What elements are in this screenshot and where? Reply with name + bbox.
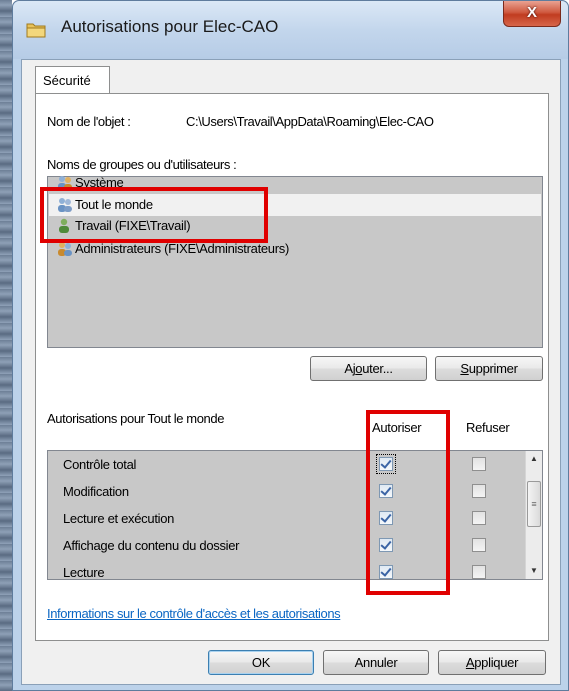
highlight-box-allow-column (366, 410, 450, 595)
permissions-list: Contrôle total Modification Lecture et e… (47, 450, 543, 580)
background-window-edge (0, 0, 12, 691)
deny-checkbox[interactable] (472, 484, 486, 498)
object-path: C:\Users\Travail\AppData\Roaming\Elec-CA… (186, 114, 434, 129)
folder-icon (26, 23, 46, 38)
scroll-down-icon[interactable]: ▼ (526, 563, 542, 579)
scroll-thumb[interactable]: ≡ (527, 481, 541, 527)
permission-name: Affichage du contenu du dossier (63, 538, 240, 553)
groups-label: Noms de groupes ou d'utilisateurs : (47, 157, 237, 172)
dialog-client-area: Sécurité Nom de l'objet : C:\Users\Trava… (21, 59, 561, 685)
add-button[interactable]: Ajouter... (310, 356, 427, 381)
deny-checkbox[interactable] (472, 511, 486, 525)
permission-name: Lecture (63, 565, 105, 579)
permissions-title: Autorisations pour Tout le monde (47, 411, 225, 426)
permission-name: Modification (63, 484, 129, 499)
window-title: Autorisations pour Elec-CAO (61, 17, 279, 36)
close-button[interactable]: X (503, 1, 561, 27)
highlight-box-everyone (40, 187, 268, 243)
close-icon: X (526, 4, 537, 21)
permissions-scrollbar[interactable]: ▲ ≡ ▼ (525, 451, 542, 579)
security-tab-panel: Nom de l'objet : C:\Users\Travail\AppDat… (35, 93, 549, 641)
permissions-dialog: Autorisations pour Elec-CAO X Sécurité N… (12, 0, 569, 691)
permission-name: Contrôle total (63, 457, 137, 472)
permission-name: Lecture et exécution (63, 511, 175, 526)
column-header-deny: Refuser (466, 420, 510, 435)
users-icon (58, 242, 72, 256)
remove-button[interactable]: Supprimer (435, 356, 543, 381)
deny-checkbox[interactable] (472, 565, 486, 579)
deny-checkbox[interactable] (472, 538, 486, 552)
apply-button[interactable]: Appliquer (438, 650, 546, 675)
tab-security[interactable]: Sécurité (35, 66, 110, 94)
object-name-label: Nom de l'objet : (47, 114, 131, 129)
title-bar[interactable]: Autorisations pour Elec-CAO X (13, 1, 568, 59)
deny-checkbox[interactable] (472, 457, 486, 471)
scroll-up-icon[interactable]: ▲ (526, 451, 542, 467)
object-name-row: Nom de l'objet : C:\Users\Travail\AppDat… (47, 114, 434, 129)
ok-button[interactable]: OK (208, 650, 314, 675)
user-name: Administrateurs (FIXE\Administrateurs) (75, 241, 289, 256)
access-control-info-link[interactable]: Informations sur le contrôle d'accès et … (47, 606, 341, 621)
cancel-button[interactable]: Annuler (323, 650, 429, 675)
